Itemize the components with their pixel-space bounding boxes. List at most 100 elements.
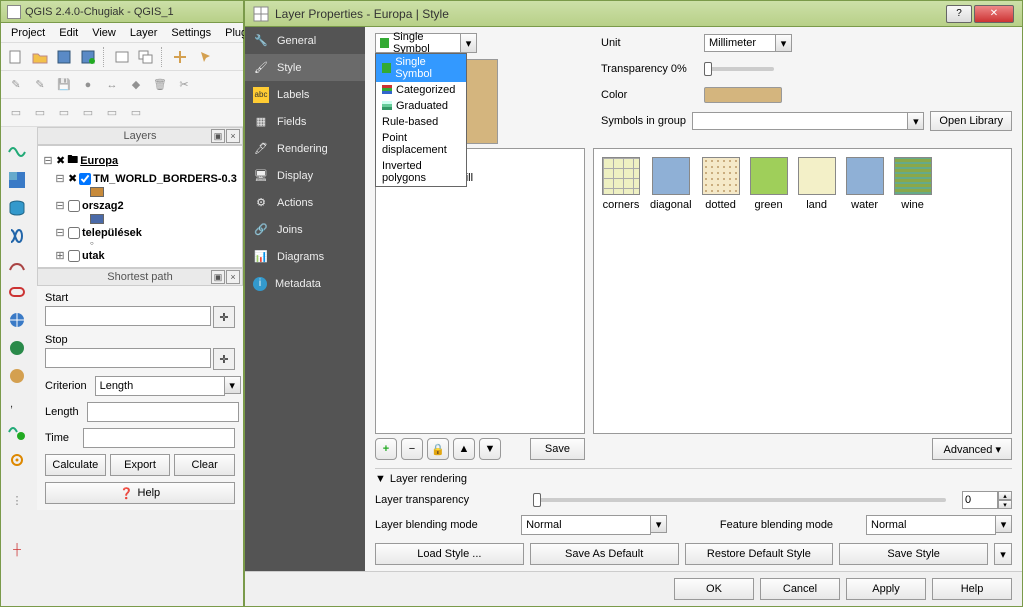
remove-icon[interactable]: ✖: [56, 154, 65, 167]
add-raster-icon[interactable]: [3, 167, 31, 193]
gallery-corners[interactable]: corners: [602, 157, 640, 211]
help-window-button[interactable]: ?: [946, 5, 972, 23]
tool-c-icon[interactable]: ▭: [53, 102, 75, 124]
tool-e-icon[interactable]: ▭: [101, 102, 123, 124]
add-wms-icon[interactable]: [3, 307, 31, 333]
layer-visibility-checkbox[interactable]: [68, 250, 80, 262]
remove-layer-button[interactable]: −: [401, 438, 423, 460]
help-button[interactable]: ❓ Help: [45, 482, 235, 504]
tab-metadata[interactable]: iMetadata: [245, 270, 365, 297]
add-mssql-icon[interactable]: [3, 251, 31, 277]
move-up-button[interactable]: ▲: [453, 438, 475, 460]
cut-icon[interactable]: ✂: [173, 74, 195, 96]
chevron-down-icon[interactable]: ▾: [996, 515, 1012, 533]
collapse-icon[interactable]: ⊟: [54, 226, 66, 239]
dialog-titlebar[interactable]: Layer Properties - Europa | Style ? ✕: [245, 1, 1022, 27]
symbols-group-select[interactable]: [692, 112, 908, 130]
crosshair-icon[interactable]: ┼: [3, 537, 31, 563]
collapse-icon[interactable]: ▼: [375, 473, 386, 485]
advanced-button[interactable]: Advanced ▾: [932, 438, 1012, 460]
color-picker[interactable]: [704, 87, 782, 103]
spin-down-icon[interactable]: ▾: [998, 500, 1012, 509]
add-spatialite-icon[interactable]: [3, 223, 31, 249]
layer-row-utak[interactable]: ⊞ utak: [42, 248, 238, 263]
move-feature-icon[interactable]: ↔: [101, 74, 123, 96]
renderer-option-point[interactable]: Point displacement: [376, 130, 466, 158]
chevron-down-icon[interactable]: ▾: [461, 33, 477, 53]
layer-visibility-checkbox[interactable]: [68, 200, 80, 212]
add-gps-icon[interactable]: [3, 447, 31, 473]
add-vector-icon[interactable]: [3, 139, 31, 165]
menu-edit[interactable]: Edit: [53, 25, 84, 41]
sp-undock-icon[interactable]: ▣: [211, 270, 225, 284]
pencil-icon[interactable]: ✎: [5, 74, 27, 96]
move-down-button[interactable]: ▼: [479, 438, 501, 460]
gallery-water[interactable]: water: [846, 157, 884, 211]
tab-actions[interactable]: ⚙Actions: [245, 189, 365, 216]
composer-manager-icon[interactable]: [135, 46, 157, 68]
expand-icon[interactable]: ⊞: [54, 249, 66, 262]
pan-icon[interactable]: [169, 46, 191, 68]
pan-selection-icon[interactable]: [193, 46, 215, 68]
gallery-wine[interactable]: wine: [894, 157, 932, 211]
transparency-slider[interactable]: [704, 67, 774, 71]
symbol-layers-tree[interactable]: ⊟ Fill Simple fill: [375, 148, 585, 434]
open-project-icon[interactable]: [29, 46, 51, 68]
layer-row-borders[interactable]: ⊟ ✖ TM_WORLD_BORDERS-0.3: [42, 171, 238, 186]
tab-rendering[interactable]: 🖊Rendering: [245, 135, 365, 162]
gallery-green[interactable]: green: [750, 157, 788, 211]
add-wfs-icon[interactable]: [3, 363, 31, 389]
save-default-button[interactable]: Save As Default: [530, 543, 679, 565]
add-postgis-icon[interactable]: [3, 195, 31, 221]
help-button[interactable]: Help: [932, 578, 1012, 600]
remove-icon[interactable]: ✖: [68, 172, 77, 185]
node-tool-icon[interactable]: ◆: [125, 74, 147, 96]
menu-project[interactable]: Project: [5, 25, 51, 41]
save-style-menu-button[interactable]: ▾: [994, 543, 1012, 565]
layer-row-europa[interactable]: ⊟ ✖ 🖿 Europa: [42, 150, 238, 171]
time-input[interactable]: [83, 428, 235, 448]
layer-transparency-spinbox[interactable]: 0: [962, 491, 998, 509]
renderer-option-graduated[interactable]: Graduated: [376, 98, 466, 114]
save-symbol-button[interactable]: Save: [530, 438, 585, 460]
save-style-button[interactable]: Save Style: [839, 543, 988, 565]
cancel-button[interactable]: Cancel: [760, 578, 840, 600]
collapse-icon[interactable]: ⊟: [42, 154, 54, 167]
tab-fields[interactable]: ▦Fields: [245, 108, 365, 135]
menu-layer[interactable]: Layer: [124, 25, 164, 41]
tab-style[interactable]: 🖌Style: [245, 54, 365, 81]
pick-start-button[interactable]: ✛: [213, 306, 235, 328]
layer-blending-select[interactable]: Normal: [521, 515, 651, 535]
feature-blending-select[interactable]: Normal: [866, 515, 996, 535]
add-feature-icon[interactable]: ●: [77, 74, 99, 96]
apply-button[interactable]: Apply: [846, 578, 926, 600]
unit-select[interactable]: Millimeter: [704, 34, 776, 52]
layer-transparency-slider[interactable]: [533, 498, 946, 502]
tool-f-icon[interactable]: ▭: [125, 102, 147, 124]
add-delimited-icon[interactable]: ,: [3, 391, 31, 417]
tab-diagrams[interactable]: 📊Diagrams: [245, 243, 365, 270]
collapse-icon[interactable]: ⊟: [54, 199, 66, 212]
stop-input[interactable]: [45, 348, 211, 368]
tool-b-icon[interactable]: ▭: [29, 102, 51, 124]
lock-layer-button[interactable]: 🔒: [427, 438, 449, 460]
gallery-land[interactable]: land: [798, 157, 836, 211]
close-window-button[interactable]: ✕: [974, 5, 1014, 23]
tab-display[interactable]: 🖥Display: [245, 162, 365, 189]
layer-visibility-checkbox[interactable]: [68, 227, 80, 239]
menu-settings[interactable]: Settings: [165, 25, 217, 41]
new-shapefile-icon[interactable]: [3, 419, 31, 445]
start-input[interactable]: [45, 306, 211, 326]
tab-labels[interactable]: abcLabels: [245, 81, 365, 108]
layers-close-icon[interactable]: ×: [226, 129, 240, 143]
chevron-down-icon[interactable]: ▾: [225, 376, 241, 394]
renderer-option-rule[interactable]: Rule-based: [376, 114, 466, 130]
save-icon[interactable]: [53, 46, 75, 68]
ok-button[interactable]: OK: [674, 578, 754, 600]
gallery-dotted[interactable]: dotted: [702, 157, 740, 211]
chevron-down-icon[interactable]: ▾: [776, 34, 792, 52]
layers-undock-icon[interactable]: ▣: [211, 129, 225, 143]
spin-up-icon[interactable]: ▴: [998, 491, 1012, 500]
renderer-option-inverted[interactable]: Inverted polygons: [376, 158, 466, 186]
export-button[interactable]: Export: [110, 454, 171, 476]
